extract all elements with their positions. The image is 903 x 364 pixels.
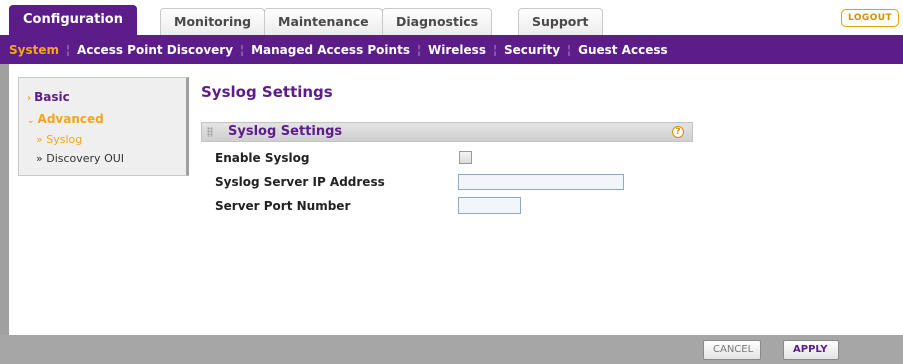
grip-icon: [207, 127, 213, 137]
server-port-field[interactable]: [458, 197, 521, 214]
sidemenu-basic-label: Basic: [34, 90, 70, 104]
sidemenu-item-advanced[interactable]: ⌄ Advanced: [27, 112, 104, 126]
syslog-server-ip-field[interactable]: [458, 174, 624, 190]
sub-navigation: System ¦ Access Point Discovery ¦ Manage…: [0, 35, 903, 64]
app-window: Configuration Monitoring Maintenance Dia…: [0, 0, 903, 364]
subnav-separator: ¦: [492, 42, 498, 57]
chevron-down-icon: ⌄: [27, 116, 35, 126]
apply-button[interactable]: APPLY: [783, 340, 839, 360]
sidemenu-advanced-label: Advanced: [37, 112, 104, 126]
left-edge-bar: [0, 64, 9, 335]
enable-syslog-checkbox[interactable]: [459, 151, 472, 164]
tab-support[interactable]: Support: [518, 8, 603, 35]
side-menu: › Basic ⌄ Advanced » Syslog » Discovery OU…: [18, 77, 189, 176]
top-tab-bar: Configuration Monitoring Maintenance Dia…: [0, 0, 903, 35]
panel-title: Syslog Settings: [228, 124, 343, 139]
subnav-wireless[interactable]: Wireless: [428, 43, 486, 57]
panel-body: Enable Syslog Syslog Server IP Address S…: [201, 142, 693, 218]
enable-syslog-label: Enable Syslog: [215, 151, 310, 165]
chevron-right-icon: ›: [27, 93, 32, 104]
tab-configuration[interactable]: Configuration: [9, 5, 137, 35]
subnav-guest-access[interactable]: Guest Access: [578, 43, 668, 57]
logout-button[interactable]: LOGOUT: [841, 9, 899, 27]
subnav-separator: ¦: [416, 42, 422, 57]
sidemenu-item-discovery-oui[interactable]: » Discovery OUI: [36, 152, 124, 165]
tab-diagnostics[interactable]: Diagnostics: [382, 8, 493, 35]
sidemenu-item-syslog[interactable]: » Syslog: [36, 133, 82, 146]
syslog-settings-panel: Syslog Settings ? Enable Syslog Syslog S…: [201, 122, 693, 218]
tab-maintenance[interactable]: Maintenance: [264, 8, 383, 35]
panel-header: Syslog Settings ?: [201, 122, 693, 142]
sidemenu-item-basic[interactable]: › Basic: [27, 90, 70, 104]
syslog-server-ip-label: Syslog Server IP Address: [215, 175, 385, 189]
bottom-action-bar: CANCEL APPLY: [0, 335, 903, 364]
subnav-system[interactable]: System: [9, 43, 59, 57]
subnav-separator: ¦: [66, 42, 71, 57]
subnav-managed-access-points[interactable]: Managed Access Points: [251, 43, 410, 57]
subnav-separator: ¦: [567, 42, 572, 57]
server-port-label: Server Port Number: [215, 199, 351, 213]
subnav-access-point-discovery[interactable]: Access Point Discovery: [77, 43, 233, 57]
tab-monitoring[interactable]: Monitoring: [160, 8, 266, 35]
help-icon[interactable]: ?: [672, 126, 684, 138]
page-title: Syslog Settings: [201, 83, 333, 101]
subnav-security[interactable]: Security: [504, 43, 560, 57]
subnav-separator: ¦: [240, 42, 245, 57]
cancel-button[interactable]: CANCEL: [703, 340, 761, 360]
